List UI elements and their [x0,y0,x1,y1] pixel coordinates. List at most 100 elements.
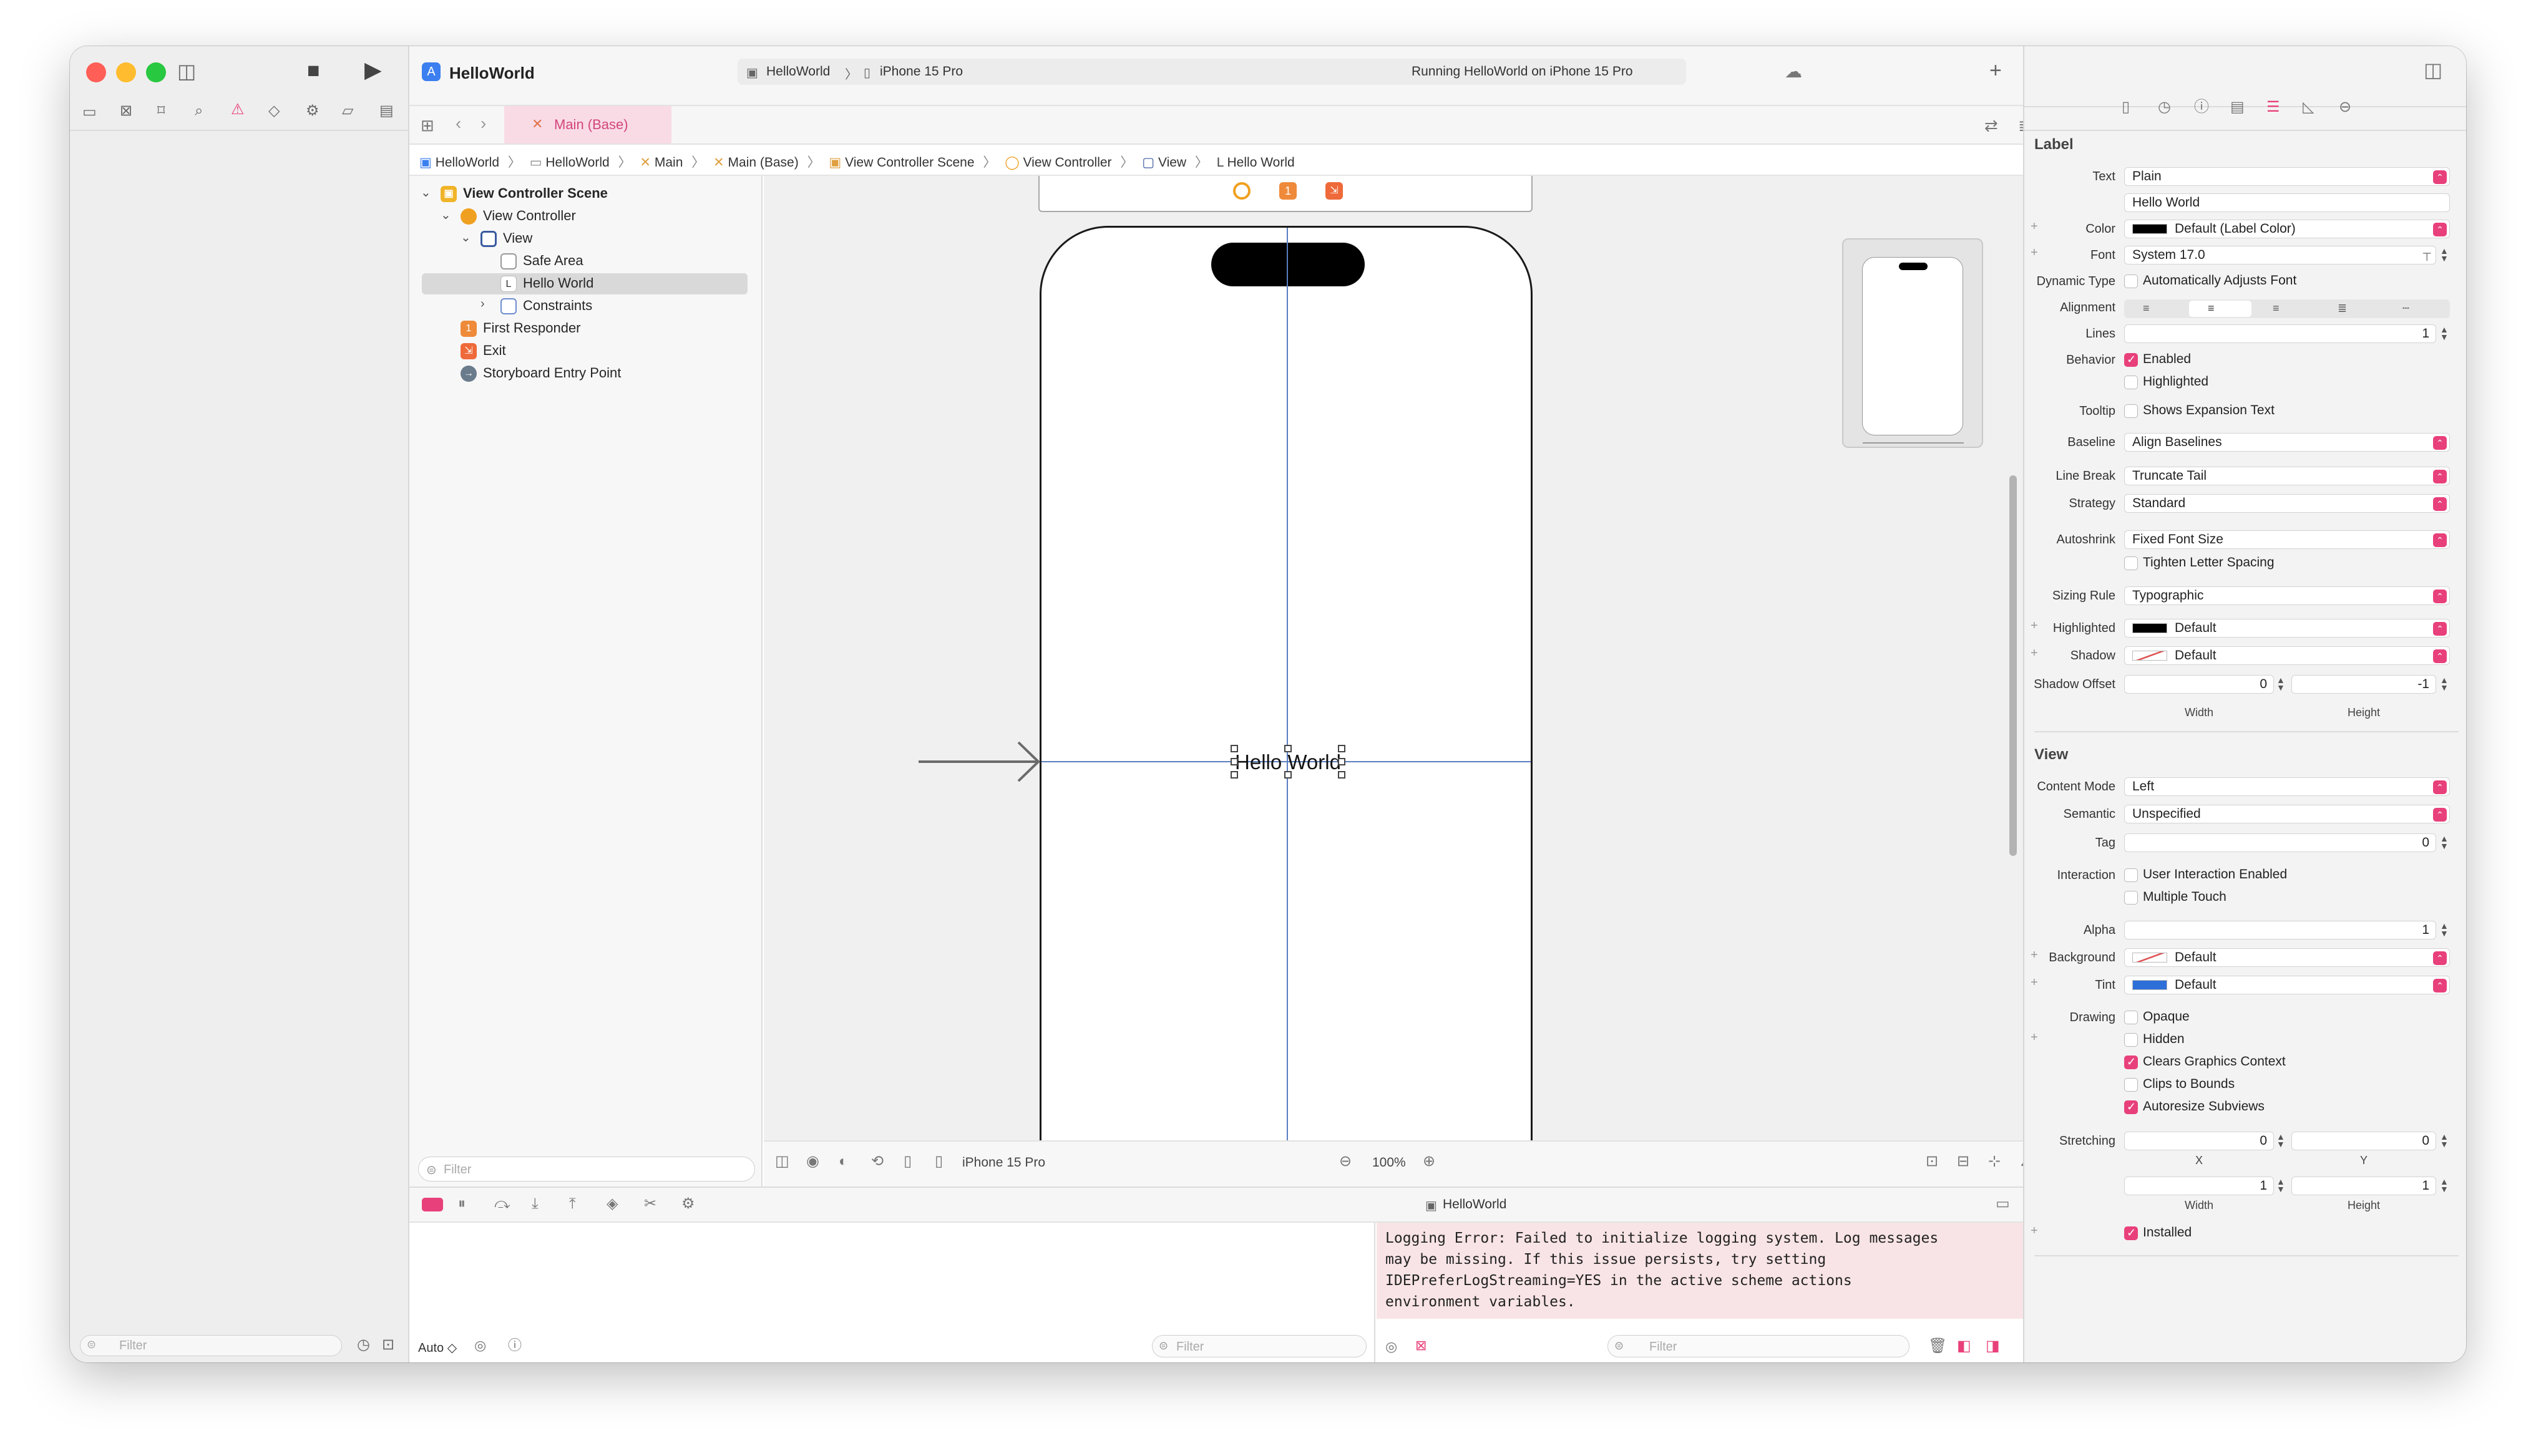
cloud-icon[interactable]: ☁ [1785,61,1802,82]
zoom-in-icon[interactable]: ⊕ [1423,1154,1435,1169]
storyboard-canvas[interactable]: 1 ⇲ Hello World [764,176,2023,1190]
environment-icon[interactable]: ⚙ [681,1196,695,1211]
zoom-window-button[interactable] [146,62,166,82]
baseline-popup[interactable]: Align Baselines ⌃ [2124,433,2450,452]
report-icon[interactable]: ▤ [379,104,394,119]
enabled-checkbox[interactable] [2124,353,2138,367]
strategy-popup[interactable]: Standard ⌃ [2124,494,2450,513]
lines-field[interactable]: 1 [2124,324,2436,343]
inspector-toggle-icon[interactable]: ◫ [2424,60,2442,80]
shadow-width-field[interactable]: 0 [2124,675,2274,694]
stepper-icon[interactable]: ▲ ▼ [2440,834,2449,850]
minimize-window-button[interactable] [116,62,136,82]
filter-options-icon[interactable]: ⊡ [382,1337,394,1352]
outline-view[interactable]: View [480,230,532,248]
size-icon[interactable]: ◺ [2303,100,2314,115]
add-variation-icon[interactable]: + [2031,1224,2038,1238]
text-type-popup[interactable]: Plain ⌃ [2124,167,2450,186]
align-left-icon[interactable]: ≡ [2143,302,2150,315]
align-natural-icon[interactable]: ┄ [2402,302,2409,315]
hello-world-label[interactable]: Hello World [1231,745,1345,779]
connections-icon[interactable]: ⊖ [2339,100,2351,115]
expansion-text-checkbox[interactable] [2124,404,2138,418]
background-popup[interactable]: Default ⌃ [2124,948,2450,967]
color-popup[interactable]: Default (Label Color) ⌃ [2124,220,2450,238]
align-center-icon[interactable]: ≡ [2208,302,2215,315]
font-picker-icon[interactable]: ⊤ [2422,248,2432,264]
pause-icon[interactable]: ⏸ [458,1196,466,1211]
breadcrumb-item[interactable]: Hello World [1227,155,1295,170]
outline-toggle-icon[interactable]: ◫ [775,1154,789,1169]
variables-scope-selector[interactable]: Auto ◇ [418,1340,457,1356]
stepper-icon[interactable]: ▲ ▼ [2276,676,2285,692]
chevron-right-icon[interactable]: › [480,297,485,311]
stepper-icon[interactable]: ▲ ▼ [2440,1177,2449,1193]
attributes-icon[interactable]: ☰ [2266,100,2280,115]
folder-icon[interactable]: ▭ [82,105,97,120]
device-selector[interactable]: iPhone 15 Pro [962,1155,1045,1170]
stepper-icon[interactable]: ▲ ▼ [2440,921,2449,938]
update-frames-icon[interactable]: ⊡ [1926,1154,1938,1169]
outline-scene[interactable]: ▣ View Controller Scene [441,185,608,203]
stepper-icon[interactable]: ▲ ▼ [2440,1132,2449,1148]
tag-field[interactable]: 0 [2124,833,2436,852]
clips-bounds-checkbox[interactable] [2124,1078,2138,1092]
navigator-filter-field[interactable]: ⊜ Filter [80,1335,342,1356]
info-icon[interactable]: ⓘ [508,1339,522,1352]
breakpoints-toggle-icon[interactable] [422,1198,443,1211]
outline-filter-field[interactable]: ⊜ Filter [418,1157,755,1182]
resize-handle[interactable] [1338,745,1345,752]
outline-first-responder[interactable]: 1 First Responder [461,319,581,337]
first-responder-icon[interactable]: 1 [1279,182,1297,200]
destination-selector[interactable]: iPhone 15 Pro [880,64,963,79]
add-button[interactable]: + [1989,59,2002,83]
history-icon[interactable]: ◷ [2158,100,2171,115]
add-constraints-icon[interactable]: ⊹ [1988,1154,2001,1169]
autoshrink-popup[interactable]: Fixed Font Size ⌃ [2124,530,2450,549]
breakpoint-icon[interactable]: ▱ [342,104,353,119]
stretch-x-field[interactable]: 0 [2124,1132,2274,1150]
exit-icon[interactable]: ⇲ [1325,182,1343,200]
chevron-down-icon[interactable]: ⌄ [421,185,431,200]
text-content-field[interactable]: Hello World [2124,193,2450,212]
installed-checkbox[interactable] [2124,1226,2138,1240]
resize-handle[interactable] [1338,758,1345,765]
outline-constraints[interactable]: Constraints [500,297,592,315]
search-icon[interactable]: ⌕ [195,104,203,119]
alignment-segmented-control[interactable]: ≡ ≡ ≡ ≣ ┄ [2124,299,2450,318]
multiple-touch-checkbox[interactable] [2124,891,2138,905]
stepper-icon[interactable]: ▲ ▼ [2276,1132,2285,1148]
close-window-button[interactable] [86,62,106,82]
step-out-icon[interactable]: ⤒ [569,1196,576,1211]
file-inspector-icon[interactable]: ▯ [2122,100,2130,115]
stepper-icon[interactable]: ▲ ▼ [2440,676,2449,692]
outline-safe-area[interactable]: Safe Area [500,252,583,270]
sidebar-toggle-icon[interactable]: ◫ [177,61,196,81]
tint-popup[interactable]: Default ⌃ [2124,976,2450,994]
scheme-selector[interactable]: HelloWorld [766,64,830,79]
outline-hello-world-label[interactable]: L Hello World [500,274,593,293]
stretch-height-field[interactable]: 1 [2291,1177,2436,1195]
resize-handle[interactable] [1231,745,1238,752]
resize-handle[interactable] [1284,771,1292,779]
adjusts-font-checkbox[interactable] [2124,274,2138,288]
split-left-icon[interactable]: ◧ [1957,1339,1971,1354]
resize-handle[interactable] [1231,771,1238,779]
outline-entry-point[interactable]: → Storyboard Entry Point [461,364,621,382]
step-into-icon[interactable]: ⤓ [532,1196,539,1211]
orientation-icon[interactable]: ⟲ [871,1154,884,1169]
highlighted-checkbox[interactable] [2124,376,2138,389]
dark-mode-icon[interactable]: ◐ [839,1154,848,1169]
breadcrumb-item[interactable]: View [1158,155,1186,170]
align-right-icon[interactable]: ≡ [2273,302,2280,315]
alpha-field[interactable]: 1 [2124,921,2436,939]
source-control-icon[interactable]: ⊠ [120,104,132,119]
minimap[interactable] [1842,238,1983,448]
device-icon[interactable]: ▯ [935,1154,943,1169]
align-justify-icon[interactable]: ≣ [2338,302,2347,315]
stop-icon[interactable]: ■ [307,60,320,81]
recent-icon[interactable]: ◷ [357,1337,370,1352]
iphone-frame[interactable]: Hello World [1040,226,1533,1162]
split-right-icon[interactable]: ◨ [1986,1339,2000,1354]
bookmark-icon[interactable]: ⌑ [157,104,165,119]
